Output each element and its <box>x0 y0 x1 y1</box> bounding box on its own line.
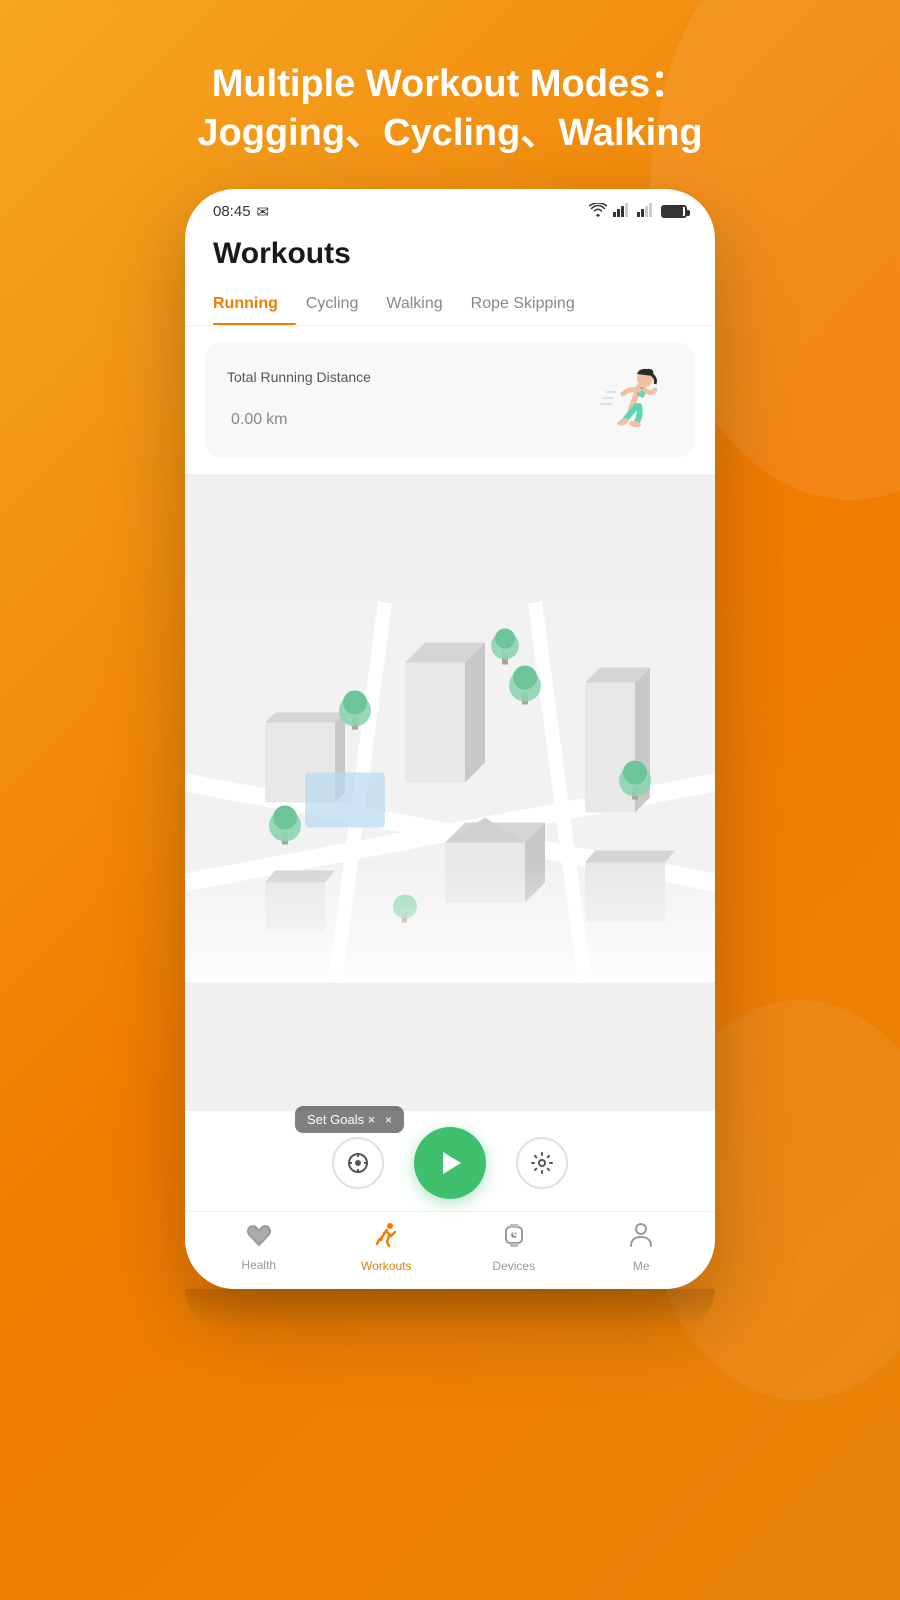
nav-item-workouts[interactable]: Workouts <box>323 1222 451 1273</box>
nav-label-health: Health <box>241 1258 276 1272</box>
tab-walking[interactable]: Walking <box>386 289 460 325</box>
tab-cycling[interactable]: Cycling <box>306 289 376 325</box>
person-icon <box>629 1222 653 1255</box>
play-button[interactable] <box>414 1127 486 1199</box>
stats-value: 0.00km <box>227 391 371 431</box>
signal2-icon <box>637 203 655 220</box>
phone-frame: 08:45 ✉ <box>185 189 715 1289</box>
settings-icon <box>530 1151 554 1175</box>
battery-icon <box>661 205 687 218</box>
set-goals-bubble[interactable]: Set Goals × <box>295 1106 404 1133</box>
tab-running[interactable]: Running <box>213 289 296 325</box>
stats-info: Total Running Distance 0.00km <box>227 369 371 431</box>
mail-icon: ✉ <box>257 203 270 221</box>
stats-label: Total Running Distance <box>227 369 371 385</box>
nav-label-devices: Devices <box>492 1259 535 1273</box>
workout-controls: Set Goals × <box>185 1111 715 1211</box>
status-left: 08:45 ✉ <box>213 203 269 221</box>
tab-rope-skipping[interactable]: Rope Skipping <box>471 289 593 325</box>
signal-icon <box>613 203 631 220</box>
app-header: Workouts <box>185 227 715 279</box>
heart-icon <box>246 1223 272 1254</box>
watch-icon <box>503 1222 525 1255</box>
promo-headline: Multiple Workout Modes： Jogging、Cycling、… <box>137 60 762 159</box>
nav-item-devices[interactable]: Devices <box>450 1222 578 1273</box>
settings-button[interactable] <box>516 1137 568 1189</box>
nav-label-me: Me <box>633 1259 650 1273</box>
phone-reflection <box>185 1289 715 1329</box>
bottom-navigation: Health Workouts <box>185 1211 715 1289</box>
play-icon <box>435 1148 465 1178</box>
location-icon <box>346 1151 370 1175</box>
status-right <box>589 203 687 220</box>
wifi-icon <box>589 203 607 220</box>
headline-line1: Multiple Workout Modes： <box>197 60 702 109</box>
runner-illustration <box>593 360 673 440</box>
map-area <box>185 474 715 1111</box>
nav-item-me[interactable]: Me <box>578 1222 706 1273</box>
nav-item-health[interactable]: Health <box>195 1223 323 1272</box>
close-bubble-icon[interactable]: × <box>368 1112 376 1127</box>
workout-tabs: Running Cycling Walking Rope Skipping <box>185 279 715 326</box>
headline-line2: Jogging、Cycling、Walking <box>197 109 702 158</box>
status-time: 08:45 <box>213 203 251 220</box>
run-icon <box>373 1222 399 1255</box>
location-button[interactable] <box>332 1137 384 1189</box>
stats-card: Total Running Distance 0.00km <box>205 342 695 458</box>
nav-label-workouts: Workouts <box>361 1259 411 1273</box>
page-title: Workouts <box>213 237 687 271</box>
status-bar: 08:45 ✉ <box>185 189 715 227</box>
